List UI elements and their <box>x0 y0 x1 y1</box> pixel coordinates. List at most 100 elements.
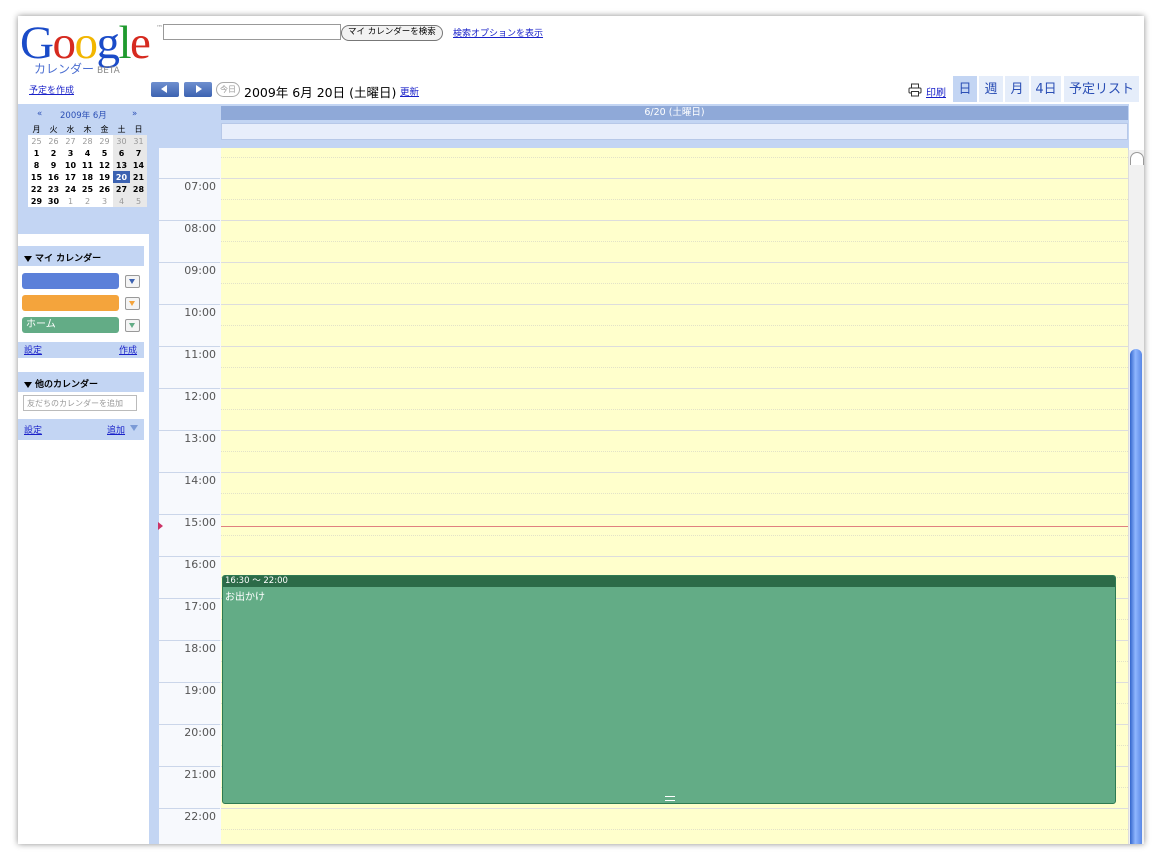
hour-line <box>221 430 1128 431</box>
mini-calendar: « 2009年 6月 » 月火水木金土日 25 26 27 28 29 30 31 1 2 3 4 5… <box>18 104 149 234</box>
calendar-item-2[interactable] <box>22 295 119 311</box>
mini-cal-prev-button[interactable]: « <box>37 109 42 119</box>
mini-cal-week: 15 16 17 18 19 20 21 <box>28 171 147 183</box>
calendar-options-1[interactable] <box>125 275 140 288</box>
vertical-scrollbar[interactable] <box>1128 150 1144 844</box>
search-input[interactable] <box>163 24 341 40</box>
current-time-marker-icon <box>158 522 163 530</box>
event-block[interactable]: 16:30 ～ 22:00 お出かけ <box>222 575 1116 804</box>
mini-cal-day[interactable]: 1 <box>28 147 45 159</box>
mini-cal-day[interactable]: 17 <box>62 171 79 183</box>
hour-line <box>221 808 1128 809</box>
mini-cal-day[interactable]: 29 <box>96 135 113 147</box>
mini-cal-day[interactable]: 26 <box>45 135 62 147</box>
calendar-options-2[interactable] <box>125 297 140 310</box>
mini-cal-day[interactable]: 27 <box>62 135 79 147</box>
gutter-hour-line <box>158 430 220 431</box>
mini-cal-week: 8 9 10 11 12 13 14 <box>28 159 147 171</box>
other-calendars-header[interactable]: 他のカレンダー <box>24 377 98 390</box>
all-day-row[interactable] <box>221 123 1128 140</box>
mini-cal-day[interactable]: 23 <box>45 183 62 195</box>
mini-cal-day[interactable]: 2 <box>45 147 62 159</box>
half-hour-line <box>221 283 1128 284</box>
tab-week[interactable]: 週 <box>979 76 1003 102</box>
logo-letter: e <box>130 17 151 69</box>
mini-cal-day[interactable]: 21 <box>130 171 147 183</box>
create-event-link[interactable]: 予定を作成 <box>29 83 74 96</box>
my-calendars-header[interactable]: マイ カレンダー <box>24 251 101 264</box>
mini-cal-day[interactable]: 12 <box>96 159 113 171</box>
today-button[interactable]: 今日 <box>216 82 240 97</box>
hour-line <box>221 220 1128 221</box>
hour-line <box>221 178 1128 179</box>
refresh-link[interactable]: 更新 <box>400 84 419 98</box>
mini-cal-day[interactable]: 5 <box>96 147 113 159</box>
printer-icon[interactable] <box>908 83 922 97</box>
mini-cal-day[interactable]: 26 <box>96 183 113 195</box>
mini-cal-day[interactable]: 4 <box>79 147 96 159</box>
mini-cal-day[interactable]: 29 <box>28 195 45 207</box>
tab-day[interactable]: 日 <box>953 76 977 102</box>
half-hour-line <box>221 829 1128 830</box>
chevron-down-icon <box>129 323 135 328</box>
mini-cal-day[interactable]: 16 <box>45 171 62 183</box>
half-hour-line <box>221 451 1128 452</box>
mini-cal-day[interactable]: 3 <box>96 195 113 207</box>
half-hour-line <box>221 535 1128 536</box>
mini-cal-day[interactable]: 11 <box>79 159 96 171</box>
mini-cal-day[interactable]: 22 <box>28 183 45 195</box>
mini-cal-day[interactable]: 8 <box>28 159 45 171</box>
prev-day-button[interactable] <box>151 82 179 97</box>
mini-cal-day[interactable]: 2 <box>79 195 96 207</box>
mini-cal-day[interactable]: 4 <box>113 195 130 207</box>
mini-cal-day[interactable]: 25 <box>28 135 45 147</box>
logo-letter: l <box>118 17 131 69</box>
tab-agenda[interactable]: 予定リスト <box>1064 76 1139 102</box>
mini-cal-day[interactable]: 30 <box>45 195 62 207</box>
mini-cal-day[interactable]: 14 <box>130 159 147 171</box>
next-day-button[interactable] <box>184 82 212 97</box>
day-column-header[interactable]: 6/20 (土曜日) <box>221 106 1128 120</box>
mini-cal-day[interactable]: 7 <box>130 147 147 159</box>
add-friend-calendar-input[interactable]: 友だちのカレンダーを追加 <box>23 395 137 411</box>
mini-cal-day[interactable]: 27 <box>113 183 130 195</box>
mini-cal-day[interactable]: 15 <box>28 171 45 183</box>
mini-cal-day[interactable]: 19 <box>96 171 113 183</box>
add-calendar-link[interactable]: 追加 <box>107 423 125 436</box>
mini-cal-day[interactable]: 25 <box>79 183 96 195</box>
mini-cal-day[interactable]: 3 <box>62 147 79 159</box>
mini-cal-day[interactable]: 30 <box>113 135 130 147</box>
my-calendars-settings-link[interactable]: 設定 <box>24 343 42 356</box>
calendar-item-home[interactable]: ホーム <box>22 317 119 333</box>
mini-cal-day[interactable]: 28 <box>130 183 147 195</box>
mini-cal-day[interactable]: 20 <box>113 171 130 183</box>
mini-cal-day[interactable]: 13 <box>113 159 130 171</box>
mini-cal-day[interactable]: 9 <box>45 159 62 171</box>
calendar-options-home[interactable] <box>125 319 140 332</box>
hour-label: 14:00 <box>184 474 216 487</box>
mini-cal-day[interactable]: 24 <box>62 183 79 195</box>
mini-cal-grid: 月火水木金土日 25 26 27 28 29 30 31 1 2 3 4 5 6 7 8 9 10 11 12 13 1… <box>28 123 147 207</box>
calendar-item-1[interactable] <box>22 273 119 289</box>
add-dropdown-icon[interactable] <box>130 425 138 431</box>
mini-cal-day[interactable]: 10 <box>62 159 79 171</box>
mini-cal-day[interactable]: 6 <box>113 147 130 159</box>
create-calendar-link[interactable]: 作成 <box>119 343 137 356</box>
resize-handle-icon[interactable] <box>665 796 675 801</box>
search-options-link[interactable]: 検索オプションを表示 <box>453 26 543 39</box>
mini-cal-day[interactable]: 18 <box>79 171 96 183</box>
current-time-line <box>221 526 1128 527</box>
mini-cal-next-button[interactable]: » <box>132 109 137 119</box>
gutter-hour-line <box>158 388 220 389</box>
mini-cal-day[interactable]: 1 <box>62 195 79 207</box>
search-button[interactable]: マイ カレンダーを検索 <box>341 25 443 41</box>
google-calendar-logo[interactable]: Google ™ カレンダー BETA <box>20 17 163 77</box>
other-calendars-settings-link[interactable]: 設定 <box>24 423 42 436</box>
tab-month[interactable]: 月 <box>1005 76 1029 102</box>
mini-cal-day[interactable]: 31 <box>130 135 147 147</box>
print-link[interactable]: 印刷 <box>926 84 946 99</box>
mini-cal-day[interactable]: 5 <box>130 195 147 207</box>
mini-cal-day[interactable]: 28 <box>79 135 96 147</box>
scrollbar-thumb[interactable] <box>1130 349 1142 844</box>
tab-4days[interactable]: 4日 <box>1031 76 1061 102</box>
